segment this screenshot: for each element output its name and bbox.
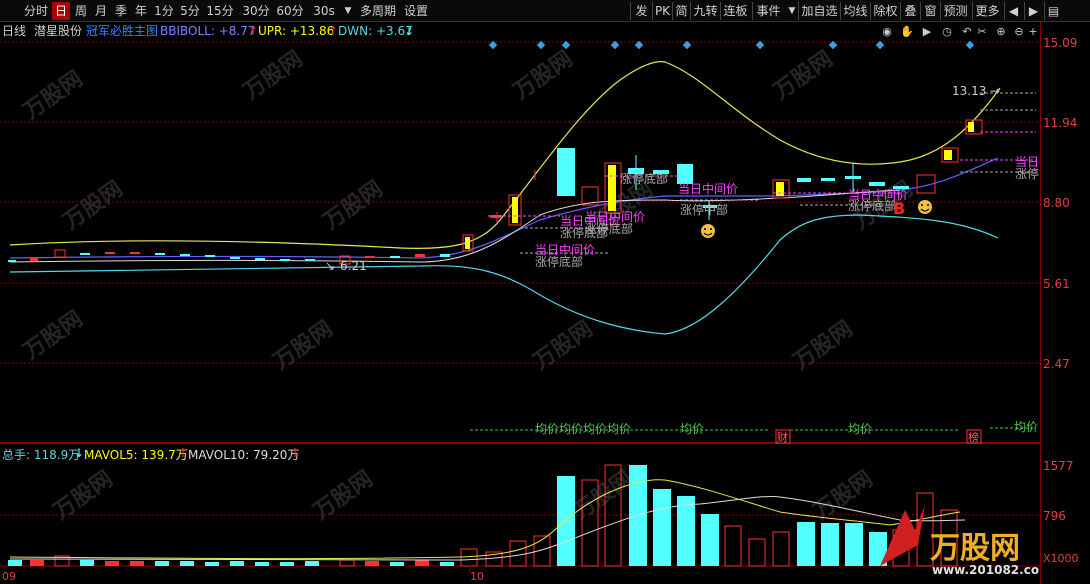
low-arrow-icon: ↘ (325, 259, 335, 273)
buy-signal-label: B (893, 199, 905, 218)
watermark-logo-text: 万股网 (930, 531, 1020, 566)
price-tick: 5.61 (1043, 277, 1070, 291)
limit-bottom-label: 涨停底部 (848, 198, 896, 213)
x-axis-label: 09 (2, 570, 16, 583)
mid-price-label: 当日中间价 (678, 181, 738, 196)
limit-bottom-label: 涨停底部 (585, 221, 633, 236)
limit-mid-label: 涨停中部 (680, 202, 728, 217)
mavol5-value: MAVOL5: 139.7万 (84, 448, 188, 462)
watermark-url: www.201082.com (932, 563, 1040, 577)
fin-marker-label: 财 (777, 430, 788, 444)
limit-bottom-label: 涨停底部 (620, 171, 668, 186)
price-tick: 15.09 (1043, 36, 1078, 50)
mavol5-line (9, 479, 961, 560)
watermark-text: 万股网 (238, 47, 307, 106)
mavol5-arrow-icon: ↑ (178, 446, 189, 460)
watermark-text: 万股网 (58, 177, 127, 236)
mavol10-value: MAVOL10: 79.20万 (188, 448, 300, 462)
volume-unit: X1000 (1043, 552, 1079, 565)
price-tick: 8.80 (1043, 196, 1070, 210)
price-tick: 11.94 (1043, 116, 1078, 130)
watermark-text: 万股网 (528, 317, 597, 376)
watermark-text: 万股网 (18, 307, 87, 366)
total-volume: 总手: 118.9万 (2, 448, 81, 462)
mavol10-arrow-icon: ↑ (290, 446, 301, 460)
watermark-text: 万股网 (508, 47, 577, 106)
watermark-text: 万股网 (308, 467, 377, 526)
low-price-label: 6.21 (340, 259, 367, 273)
watermark-text: 万股网 (788, 317, 857, 376)
avg-price-label: 均价 (848, 422, 872, 436)
high-arrow-icon: → (990, 84, 1000, 98)
watermark-text: 万股网 (268, 317, 337, 376)
lower-band-line (9, 214, 999, 335)
watermark-text: 万股网 (318, 177, 387, 236)
limit-right-label: 涨停 (1015, 166, 1039, 181)
avg-price-label: 均价均价均价均价 (535, 422, 631, 436)
rank-marker-label: 榜 (968, 430, 979, 444)
total-arrow-icon: ↓ (74, 446, 85, 460)
smile-icon (918, 200, 932, 214)
smile-icon (701, 224, 715, 238)
volume-tick: 1577 (1043, 459, 1074, 473)
limit-bottom-label: 涨停底部 (535, 254, 583, 269)
volume-tick: 796 (1043, 509, 1066, 523)
watermark-text: 万股网 (48, 467, 117, 526)
expand-icon[interactable]: ▤ (1044, 2, 1062, 20)
volume-bars (8, 464, 958, 567)
ma-line (9, 189, 901, 263)
high-price-label: 13.13 (952, 84, 986, 98)
upper-band-line (9, 61, 1001, 249)
price-axis: 15.09 11.94 8.80 5.61 2.47 1577 796 X100… (1040, 22, 1090, 584)
avg-price-label: 均价 (680, 422, 704, 436)
price-tick: 2.47 (1043, 357, 1070, 371)
watermark-text: 万股网 (768, 47, 837, 106)
x-axis-label: 10 (470, 570, 484, 583)
watermark-text: 万股网 (18, 67, 87, 126)
kline-chart[interactable]: 万股网 万股网 万股网 万股网 万股网 万股网 万股网 万股网 万股网 万股网 … (0, 0, 1040, 584)
avg-price-label: 均价 (1014, 420, 1038, 434)
